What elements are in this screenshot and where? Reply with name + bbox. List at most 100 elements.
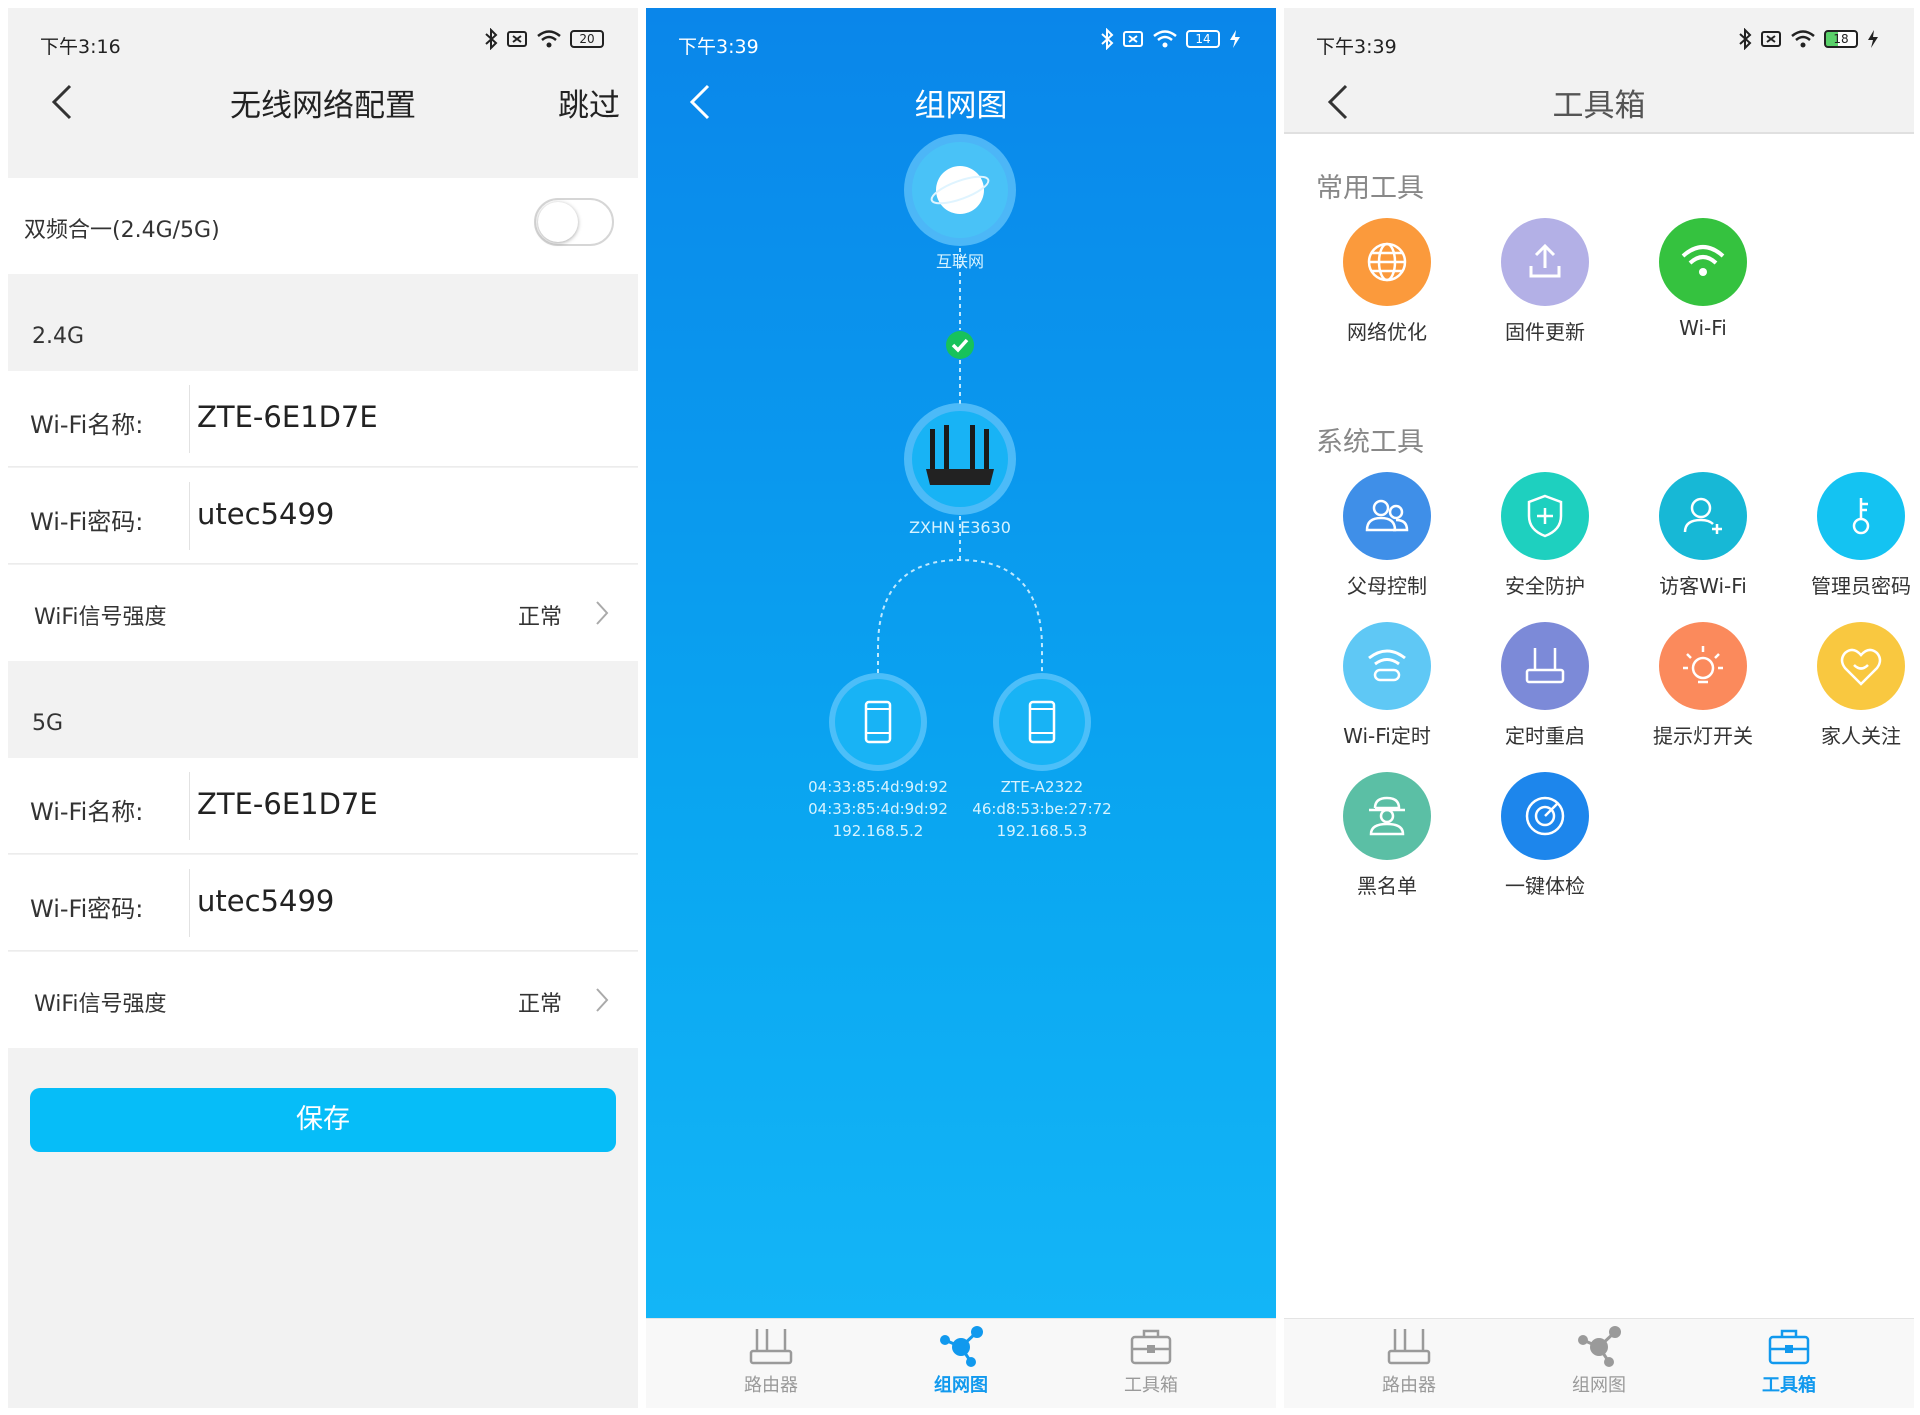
router-label: ZXHN E3630 (909, 518, 1011, 537)
tool-wifi-timer[interactable]: Wi-Fi定时 (1312, 622, 1462, 749)
tool-wifi[interactable]: Wi-Fi (1628, 218, 1778, 340)
signal-strength-row-5g[interactable]: WiFi信号强度 正常 (8, 952, 638, 1048)
tab-label: 组网图 (1572, 1375, 1626, 1396)
router-restart-icon (1501, 622, 1589, 710)
wifi-timer-icon (1343, 622, 1431, 710)
wifi-pwd-label: Wi-Fi密码: (30, 895, 144, 923)
tool-label: 固件更新 (1505, 320, 1585, 344)
tool-upload[interactable]: 固件更新 (1470, 218, 1620, 345)
divider (189, 869, 190, 937)
wifi-name-field-5g[interactable]: ZTE-6E1D7E (197, 787, 378, 821)
wifi-name-label: Wi-Fi名称: (30, 411, 144, 439)
internet-node[interactable] (904, 134, 1016, 246)
parents-icon (1343, 472, 1431, 560)
tool-blacklist[interactable]: 黑名单 (1312, 772, 1462, 899)
wifi-name-row-24: Wi-Fi名称: ZTE-6E1D7E (8, 371, 638, 467)
tool-router-restart[interactable]: 定时重启 (1470, 622, 1620, 749)
wifi-name-field-24[interactable]: ZTE-6E1D7E (197, 400, 378, 434)
status-time: 下午3:16 (40, 36, 121, 58)
tool-globe[interactable]: 网络优化 (1312, 218, 1462, 345)
tool-label: 安全防护 (1505, 574, 1585, 598)
tool-shield[interactable]: 安全防护 (1470, 472, 1620, 599)
tool-label: 黑名单 (1357, 874, 1417, 898)
divider (189, 772, 190, 840)
toolbox-tab-icon (1768, 1329, 1810, 1365)
heart-icon (1817, 622, 1905, 710)
chevron-right-icon (596, 988, 609, 1012)
page-title: 工具箱 (1552, 88, 1646, 124)
checkup-icon (1501, 772, 1589, 860)
tab-label: 组网图 (934, 1375, 988, 1396)
topology-tab-icon (940, 1326, 983, 1367)
tab-router[interactable]: 路由器 (1349, 1325, 1469, 1397)
toolbox-tab-icon (1130, 1329, 1172, 1365)
wifi-pwd-field-5g[interactable]: utec5499 (197, 884, 334, 918)
divider (189, 482, 190, 550)
device-node-2[interactable] (993, 673, 1091, 771)
tab-toolbox[interactable]: 工具箱 (1091, 1325, 1211, 1397)
section-5g: 5G (32, 711, 64, 736)
upload-icon (1501, 218, 1589, 306)
globe-icon (1343, 218, 1431, 306)
status-bar: 下午3:16 20 (8, 24, 638, 64)
connected-check-icon (946, 331, 974, 359)
device-info-2: ZTE-A2322 46:d8:53:be:27:72 192.168.5.3 (942, 776, 1142, 842)
key-icon (1817, 472, 1905, 560)
common-tools-title: 常用工具 (1316, 173, 1424, 204)
page-title: 无线网络配置 (230, 88, 416, 124)
device-mac: 46:d8:53:be:27:72 (972, 800, 1112, 818)
tool-key[interactable]: 管理员密码 (1786, 472, 1914, 599)
tool-label: Wi-Fi (1679, 316, 1727, 340)
router-node[interactable] (904, 403, 1016, 515)
title-bar: 工具箱 (1284, 64, 1914, 134)
wifi-name-label: Wi-Fi名称: (30, 798, 144, 826)
dual-band-toggle[interactable] (534, 198, 614, 246)
signal-label: WiFi信号强度 (34, 605, 167, 630)
topology-tab-icon (1578, 1326, 1621, 1367)
globe-icon (930, 166, 990, 214)
wifi-name-row-5g: Wi-Fi名称: ZTE-6E1D7E (8, 758, 638, 854)
router-icon (926, 425, 994, 485)
skip-button[interactable]: 跳过 (558, 80, 620, 125)
status-bar: 下午3:39 18 (1284, 8, 1914, 64)
light-icon (1659, 622, 1747, 710)
tool-checkup[interactable]: 一键体检 (1470, 772, 1620, 899)
status-icons: 18 (1738, 28, 1880, 50)
phone-icon (864, 700, 892, 744)
wifi-status-icon (1791, 30, 1815, 48)
tool-light[interactable]: 提示灯开关 (1628, 622, 1778, 749)
divider (189, 385, 190, 453)
tool-label: 网络优化 (1347, 320, 1427, 344)
wifi-pwd-field-24[interactable]: utec5499 (197, 497, 334, 531)
device-node-1[interactable] (829, 673, 927, 771)
tool-heart[interactable]: 家人关注 (1786, 622, 1914, 749)
blacklist-icon (1343, 772, 1431, 860)
wifi-icon (1659, 218, 1747, 306)
bluetooth-icon (1739, 28, 1752, 50)
tool-parents[interactable]: 父母控制 (1312, 472, 1462, 599)
status-icons: 20 (484, 28, 604, 50)
tab-toolbox[interactable]: 工具箱 (1729, 1325, 1849, 1397)
dual-band-row: 双频合一(2.4G/5G) (8, 178, 638, 274)
tool-guest[interactable]: 访客Wi-Fi (1628, 472, 1778, 599)
tab-router[interactable]: 路由器 (711, 1325, 831, 1397)
sim-off-icon (1761, 31, 1781, 47)
tool-label: Wi-Fi定时 (1343, 724, 1431, 748)
toolbox-screen: 下午3:39 18 工具箱 常用工具 网络优化 固件更新 Wi-Fi 系统工具 父母… (1284, 8, 1914, 1408)
toggle-knob (538, 202, 578, 242)
tab-topology[interactable]: 组网图 (901, 1325, 1021, 1397)
tool-label: 访客Wi-Fi (1659, 574, 1747, 598)
tool-label: 定时重启 (1505, 724, 1585, 748)
sim-off-icon (507, 31, 527, 47)
tool-label: 管理员密码 (1811, 574, 1911, 598)
chevron-right-icon (596, 601, 609, 625)
save-button[interactable]: 保存 (30, 1088, 616, 1152)
tab-topology[interactable]: 组网图 (1539, 1325, 1659, 1397)
wifi-pwd-row-24: Wi-Fi密码: utec5499 (8, 468, 638, 564)
signal-value: 正常 (517, 605, 562, 630)
signal-strength-row-24[interactable]: WiFi信号强度 正常 (8, 565, 638, 661)
device-name: ZTE-A2322 (1000, 778, 1084, 796)
tool-label: 家人关注 (1821, 724, 1901, 748)
tab-label: 工具箱 (1762, 1375, 1816, 1396)
status-time: 下午3:39 (1316, 36, 1397, 58)
